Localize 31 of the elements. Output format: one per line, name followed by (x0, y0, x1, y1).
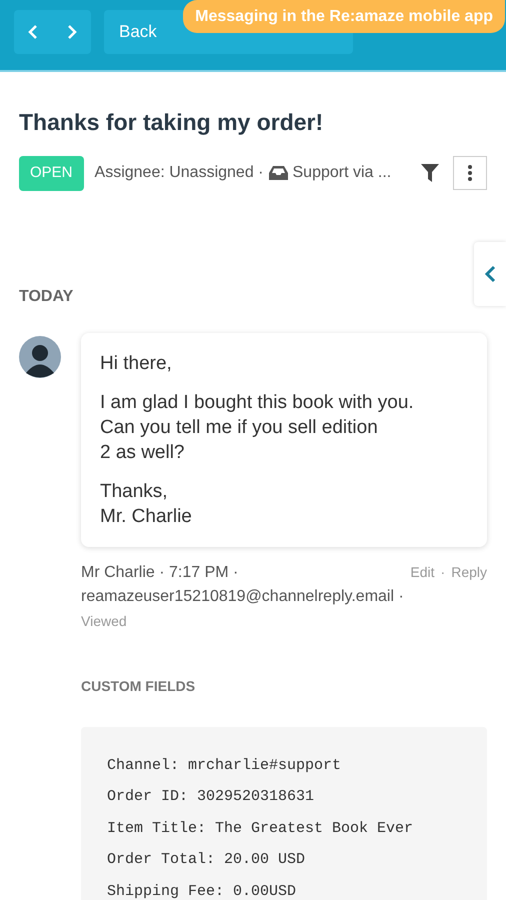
channel-text: Support via ... (292, 163, 392, 183)
side-panel-toggle[interactable] (474, 242, 506, 306)
status-badge: OPEN (19, 156, 84, 190)
filter-icon[interactable] (421, 164, 439, 182)
promo-toast[interactable]: Messaging in the Re:amaze mobile app (183, 0, 505, 33)
chevron-right-icon (66, 25, 76, 39)
toolbar-action-button[interactable]: Back (119, 10, 157, 54)
custom-fields-heading: CUSTOM FIELDS (81, 676, 196, 696)
inbox-icon (268, 166, 288, 180)
viewed-receipt: Viewed (81, 612, 128, 630)
message-paragraph: I am glad I bought this book with you. Can you tell me if you sell edition 2 as well? (100, 390, 415, 464)
more-options-button[interactable] (453, 156, 487, 190)
separator-text: · (440, 562, 446, 582)
message-paragraph: Hi there, (100, 352, 173, 376)
chevron-left-icon (484, 265, 496, 283)
avatar-icon (19, 336, 61, 378)
conversation-title: Thanks for taking my order! (19, 108, 324, 137)
custom-field-line: Order ID: 3029520318631 (107, 787, 316, 807)
sender-email: reamazeuser15210819@channelreply.email · (81, 586, 405, 606)
edit-link[interactable]: Edit (410, 562, 435, 582)
reply-link[interactable]: Reply (451, 562, 487, 582)
custom-field-line: Order Total: 20.00 USD (107, 850, 306, 870)
custom-field-line: Item Title: The Greatest Book Ever (107, 818, 414, 838)
day-label: TODAY (19, 286, 74, 306)
message-byline: Mr Charlie · 7:17 PM · (81, 562, 238, 582)
assignee-text: Assignee: Unassigned · (94, 163, 264, 183)
chevron-left-icon (28, 25, 38, 39)
custom-field-line: Channel: mrcharlie#support (107, 756, 342, 776)
custom-field-line: Shipping Fee: 0.00USD (107, 882, 298, 900)
message-paragraph: Thanks, Mr. Charlie (100, 480, 193, 528)
vertical-dots-icon (468, 165, 472, 181)
